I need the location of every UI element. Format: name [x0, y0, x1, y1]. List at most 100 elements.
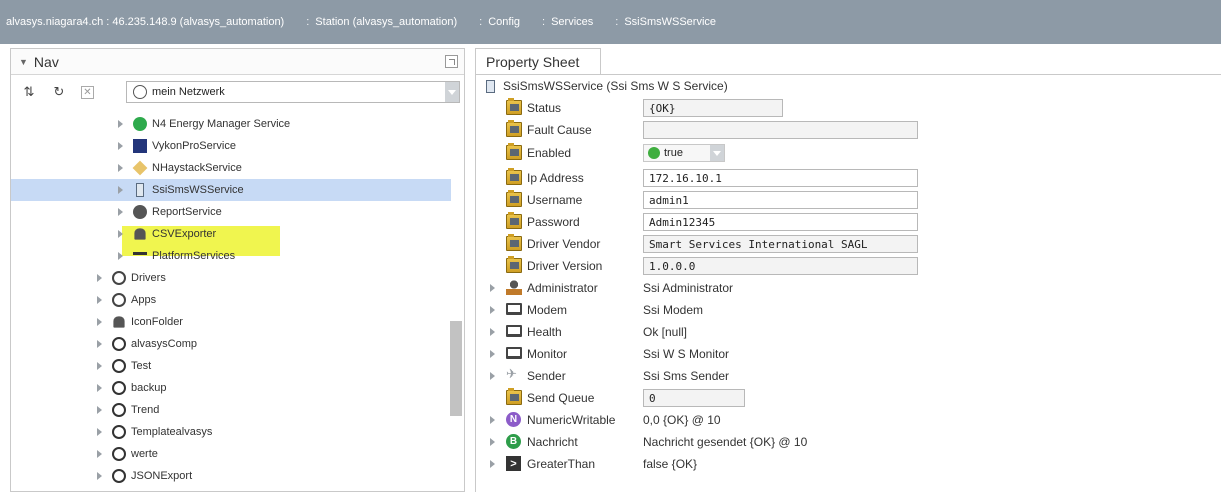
tree-node-label: PlatformServices: [152, 250, 236, 262]
chevron-down-icon[interactable]: [445, 82, 459, 102]
property-row-driver-version: Driver Version 1.0.0.0: [476, 255, 1216, 277]
path-separator: :: [479, 16, 483, 28]
property-row-modem[interactable]: Modem Ssi Modem: [476, 299, 1216, 321]
scrollbar-thumb[interactable]: [450, 321, 462, 416]
expand-arrow-icon[interactable]: [118, 142, 123, 150]
tree-node[interactable]: CSVExporter: [118, 223, 216, 245]
expand-arrow-icon[interactable]: [490, 438, 495, 446]
phone-icon: [136, 183, 144, 197]
tab-property-sheet[interactable]: Property Sheet: [475, 48, 601, 74]
tree-node-label: Drivers: [131, 272, 166, 284]
tree-node[interactable]: Drivers: [97, 267, 166, 289]
enabled-select[interactable]: true: [643, 144, 725, 162]
boolean-icon: B: [506, 434, 521, 449]
property-row-username: Username admin1: [476, 189, 1216, 211]
nav-toolbar: ⇅ ↻ ✕ mein Netzwerk: [11, 75, 464, 109]
property-label: Send Queue: [527, 391, 595, 405]
property-row-numericwritable[interactable]: N NumericWritable 0,0 {OK} @ 10: [476, 409, 1216, 431]
expand-arrow-icon[interactable]: [490, 350, 495, 358]
tree-node[interactable]: PlatformServices: [118, 245, 235, 267]
tree-node-label: SsiSmsWSService: [152, 184, 244, 196]
driver-vendor-field: Smart Services International SAGL: [643, 235, 918, 253]
property-row-administrator[interactable]: Administrator Ssi Administrator: [476, 277, 1216, 299]
tree-node[interactable]: ReportService: [118, 201, 222, 223]
sort-icon[interactable]: ⇅: [21, 84, 37, 100]
expand-arrow-icon[interactable]: [118, 164, 123, 172]
numeric-icon: N: [506, 412, 521, 427]
tree-node[interactable]: Templatealvasys: [97, 421, 212, 443]
path-segment-services[interactable]: Services: [551, 16, 593, 28]
tree-node[interactable]: Trend: [97, 399, 159, 421]
expand-arrow-icon[interactable]: [97, 274, 102, 282]
expand-arrow-icon[interactable]: [118, 120, 123, 128]
tree-node[interactable]: Test: [97, 355, 151, 377]
path-segment-current[interactable]: SsiSmsWSService: [624, 16, 716, 28]
path-segment-host[interactable]: alvasys.niagara4.ch : 46.235.148.9 (alva…: [6, 16, 284, 28]
folder-icon: [506, 388, 522, 405]
expand-arrow-icon[interactable]: [97, 362, 102, 370]
property-label: Modem: [527, 303, 568, 317]
collapse-caret-icon[interactable]: ▼: [19, 57, 28, 67]
tree-node[interactable]: backup: [97, 377, 166, 399]
expand-arrow-icon[interactable]: [490, 416, 495, 424]
expand-arrow-icon[interactable]: [118, 252, 123, 260]
expand-arrow-icon[interactable]: [118, 186, 123, 194]
tree-node[interactable]: JSONExport: [97, 465, 192, 487]
tree-node-label: ReportService: [152, 206, 222, 218]
maximize-icon[interactable]: [445, 55, 458, 68]
energy-icon: [133, 117, 147, 131]
tree-node[interactable]: Apps: [97, 289, 156, 311]
path-segment-station[interactable]: Station (alvasys_automation): [315, 16, 457, 28]
property-label: Administrator: [527, 281, 598, 295]
folder-circle-icon: [112, 381, 126, 395]
expand-arrow-icon[interactable]: [118, 230, 123, 238]
property-row-nachricht[interactable]: B Nachricht Nachricht gesendet {OK} @ 10: [476, 431, 1216, 453]
tree-node[interactable]: werte: [97, 443, 158, 465]
property-value: false {OK}: [643, 457, 698, 471]
network-select-value: mein Netzwerk: [152, 86, 225, 98]
expand-arrow-icon[interactable]: [490, 306, 495, 314]
expand-arrow-icon[interactable]: [97, 406, 102, 414]
property-row-greaterthan[interactable]: > GreaterThan false {OK}: [476, 453, 1216, 475]
expand-arrow-icon[interactable]: [97, 450, 102, 458]
property-row-health[interactable]: Health Ok [null]: [476, 321, 1216, 343]
tree-node[interactable]: NHaystackService: [118, 157, 242, 179]
expand-arrow-icon[interactable]: [97, 384, 102, 392]
expand-arrow-icon[interactable]: [490, 460, 495, 468]
username-field[interactable]: admin1: [643, 191, 918, 209]
tree-node[interactable]: IconFolder: [97, 311, 183, 333]
tree-node[interactable]: alvasysComp: [97, 333, 197, 355]
tree-node[interactable]: VykonProService: [118, 135, 236, 157]
property-row-password: Password Admin12345: [476, 211, 1216, 233]
property-value: Ssi W S Monitor: [643, 347, 730, 361]
password-field[interactable]: Admin12345: [643, 213, 918, 231]
expand-arrow-icon[interactable]: [118, 208, 123, 216]
ip-address-field[interactable]: 172.16.10.1: [643, 169, 918, 187]
property-value: Ok [null]: [643, 325, 688, 339]
expand-arrow-icon[interactable]: [97, 296, 102, 304]
refresh-icon[interactable]: ↻: [51, 84, 67, 100]
close-icon[interactable]: ✕: [81, 85, 94, 99]
chevron-down-icon[interactable]: [710, 145, 724, 161]
property-row-monitor[interactable]: Monitor Ssi W S Monitor: [476, 343, 1216, 365]
expand-arrow-icon[interactable]: [97, 472, 102, 480]
expand-arrow-icon[interactable]: [97, 428, 102, 436]
tree-node-selected[interactable]: SsiSmsWSService: [11, 179, 451, 201]
property-value: Nachricht gesendet {OK} @ 10: [643, 435, 808, 449]
expand-arrow-icon[interactable]: [490, 372, 495, 380]
expand-arrow-icon[interactable]: [490, 328, 495, 336]
expand-arrow-icon[interactable]: [97, 318, 102, 326]
nav-title: Nav: [33, 53, 59, 70]
tree-node[interactable]: N4 Energy Manager Service: [118, 113, 290, 135]
network-select[interactable]: mein Netzwerk: [126, 81, 460, 103]
status-dot-icon: [648, 147, 660, 159]
expand-arrow-icon[interactable]: [490, 284, 495, 292]
driver-version-field: 1.0.0.0: [643, 257, 918, 275]
nav-scrollbar[interactable]: [450, 111, 462, 491]
property-row-sender[interactable]: ✈ Sender Ssi Sms Sender: [476, 365, 1216, 387]
expand-arrow-icon[interactable]: [97, 340, 102, 348]
tree-node-label: N4 Energy Manager Service: [152, 118, 291, 130]
path-segment-config[interactable]: Config: [488, 16, 520, 28]
property-label: Password: [527, 215, 580, 229]
property-sheet-root[interactable]: SsiSmsWSService (Ssi Sms W S Service): [486, 79, 728, 93]
